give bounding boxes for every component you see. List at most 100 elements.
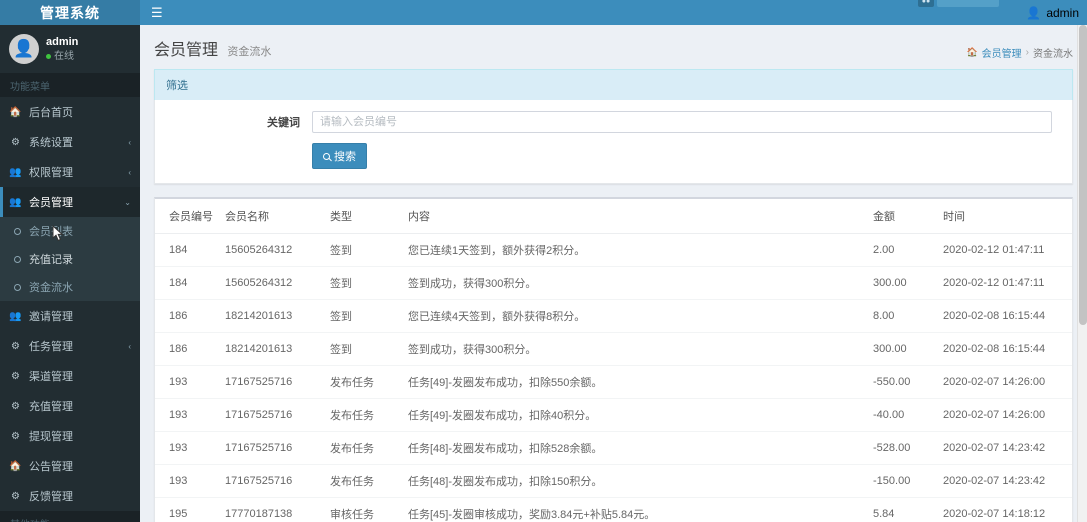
main-content: 会员管理 资金流水 🏠 会员管理 › 资金流水 筛选 关键词 <box>140 25 1087 522</box>
breadcrumb-parent[interactable]: 会员管理 <box>982 45 1022 60</box>
home-icon: 🏠 <box>966 47 977 58</box>
cell-time: 2020-02-07 14:18:12 <box>937 498 1072 522</box>
sidebar-item-label: 系统设置 <box>29 134 121 150</box>
cell-content: 签到成功，获得300积分。 <box>402 333 867 366</box>
sidebar-subitem-label: 会员列表 <box>29 223 73 239</box>
table-header-row: 会员编号 会员名称 类型 内容 金额 时间 <box>155 199 1072 234</box>
sidebar-section-label: 功能菜单 <box>0 73 140 97</box>
gear-icon: ⚙ <box>9 341 22 352</box>
breadcrumb: 🏠 会员管理 › 资金流水 <box>966 45 1073 60</box>
sidebar-item-invite[interactable]: 👥 邀请管理 <box>0 301 140 331</box>
cell-member-id: 193 <box>155 465 219 498</box>
page-subtitle: 资金流水 <box>227 46 271 58</box>
cell-time: 2020-02-07 14:26:00 <box>937 366 1072 399</box>
cell-content: 任务[49]-发圈发布成功，扣除550余额。 <box>402 366 867 399</box>
sidebar-other-section-label: 其他功能 <box>0 511 140 522</box>
table-body: 18415605264312签到您已连续1天签到，额外获得2积分。2.00202… <box>155 234 1072 522</box>
fund-flow-table-panel: 会员编号 会员名称 类型 内容 金额 时间 18415605264312签到您已… <box>154 197 1073 522</box>
cell-type: 签到 <box>324 300 402 333</box>
cell-member-name: 17167525716 <box>219 432 324 465</box>
user-avatar-icon: 👤 <box>1026 6 1041 20</box>
filter-button-row: 搜索 <box>165 143 1062 169</box>
cell-member-name: 18214201613 <box>219 300 324 333</box>
column-header-content: 内容 <box>402 199 867 234</box>
sidebar-menu: 🏠 后台首页 ⚙ 系统设置 ‹ 👥 权限管理 ‹ 👥 会员管理 ⌄ <box>0 97 140 217</box>
gear-icon: ⚙ <box>9 491 22 502</box>
home-icon: 🏠 <box>9 107 22 118</box>
circle-icon <box>14 256 21 263</box>
sidebar-subitem-recharge-records[interactable]: 充值记录 <box>0 245 140 273</box>
user-name: admin <box>46 35 78 50</box>
sidebar-item-permission[interactable]: 👥 权限管理 ‹ <box>0 157 140 187</box>
filter-panel-body: 关键词 搜索 <box>154 100 1073 184</box>
cell-member-name: 15605264312 <box>219 267 324 300</box>
table-row: 18415605264312签到签到成功，获得300积分。300.002020-… <box>155 267 1072 300</box>
cell-amount: -150.00 <box>867 465 937 498</box>
sidebar-item-member-management[interactable]: 👥 会员管理 ⌄ <box>0 187 140 217</box>
sidebar-item-announcement[interactable]: 🏠 公告管理 <box>0 451 140 481</box>
chat-icon[interactable]: ●● <box>918 0 934 7</box>
breadcrumb-current: 资金流水 <box>1033 45 1073 60</box>
vertical-scrollbar[interactable] <box>1077 25 1087 522</box>
online-dot-icon <box>46 54 51 59</box>
sidebar-item-withdraw[interactable]: ⚙ 提现管理 <box>0 421 140 451</box>
cell-member-name: 15605264312 <box>219 234 324 267</box>
cell-member-id: 186 <box>155 333 219 366</box>
sidebar-item-system-settings[interactable]: ⚙ 系统设置 ‹ <box>0 127 140 157</box>
sidebar-item-channel[interactable]: ⚙ 渠道管理 <box>0 361 140 391</box>
cell-type: 发布任务 <box>324 399 402 432</box>
cell-amount: 8.00 <box>867 300 937 333</box>
users-icon: 👥 <box>9 197 22 208</box>
sidebar-item-label: 权限管理 <box>29 164 121 180</box>
sidebar-item-task[interactable]: ⚙ 任务管理 ‹ <box>0 331 140 361</box>
cell-member-id: 184 <box>155 234 219 267</box>
cell-content: 任务[45]-发圈审核成功，奖励3.84元+补贴5.84元。 <box>402 498 867 522</box>
chevron-left-icon: ‹ <box>128 168 131 177</box>
sidebar-item-recharge[interactable]: ⚙ 充值管理 <box>0 391 140 421</box>
cell-member-id: 184 <box>155 267 219 300</box>
sidebar-item-feedback[interactable]: ⚙ 反馈管理 <box>0 481 140 511</box>
sidebar-item-label: 公告管理 <box>29 458 131 474</box>
table-row: 19317167525716发布任务任务[49]-发圈发布成功，扣除40积分。-… <box>155 399 1072 432</box>
cell-type: 签到 <box>324 234 402 267</box>
search-button-label: 搜索 <box>334 148 356 164</box>
body-row: 👤 admin 在线 功能菜单 🏠 后台首页 ⚙ 系统设置 <box>0 25 1087 522</box>
search-button[interactable]: 搜索 <box>312 143 367 169</box>
sidebar-subitem-fund-flow[interactable]: 资金流水 <box>0 273 140 301</box>
sidebar-item-label: 渠道管理 <box>29 368 131 384</box>
column-header-member-id: 会员编号 <box>155 199 219 234</box>
sidebar-subitem-member-list[interactable]: 会员列表 <box>0 217 140 245</box>
cell-member-id: 186 <box>155 300 219 333</box>
cell-member-name: 17770187138 <box>219 498 324 522</box>
user-info: admin 在线 <box>46 35 78 63</box>
keyword-form-row: 关键词 <box>165 111 1062 133</box>
sidebar-item-home[interactable]: 🏠 后台首页 <box>0 97 140 127</box>
users-icon: 👥 <box>9 167 22 178</box>
gear-icon: ⚙ <box>9 431 22 442</box>
table-row: 18618214201613签到您已连续4天签到，额外获得8积分。8.00202… <box>155 300 1072 333</box>
top-user-menu[interactable]: 👤 admin <box>1026 6 1079 20</box>
column-header-amount: 金额 <box>867 199 937 234</box>
sidebar: 👤 admin 在线 功能菜单 🏠 后台首页 ⚙ 系统设置 <box>0 25 140 522</box>
sidebar-submenu-member: 会员列表 充值记录 资金流水 <box>0 217 140 301</box>
search-input[interactable] <box>312 111 1052 133</box>
hamburger-icon[interactable]: ☰ <box>146 3 168 22</box>
brand-logo[interactable]: 管理系统 <box>0 0 140 25</box>
cell-content: 签到成功，获得300积分。 <box>402 267 867 300</box>
sidebar-item-label: 后台首页 <box>29 104 131 120</box>
scrollbar-thumb[interactable] <box>1079 25 1087 325</box>
gear-icon: ⚙ <box>9 137 22 148</box>
cell-content: 任务[48]-发圈发布成功，扣除150积分。 <box>402 465 867 498</box>
cell-time: 2020-02-07 14:23:42 <box>937 465 1072 498</box>
cell-amount: -550.00 <box>867 366 937 399</box>
cell-amount: 5.84 <box>867 498 937 522</box>
sidebar-subitem-label: 资金流水 <box>29 279 73 295</box>
sidebar-item-label: 反馈管理 <box>29 488 131 504</box>
cell-member-id: 193 <box>155 399 219 432</box>
sidebar-user-panel[interactable]: 👤 admin 在线 <box>0 25 140 73</box>
cell-amount: 300.00 <box>867 333 937 366</box>
circle-icon <box>14 228 21 235</box>
cell-content: 您已连续4天签到，额外获得8积分。 <box>402 300 867 333</box>
cell-amount: -40.00 <box>867 399 937 432</box>
table-row: 18415605264312签到您已连续1天签到，额外获得2积分。2.00202… <box>155 234 1072 267</box>
